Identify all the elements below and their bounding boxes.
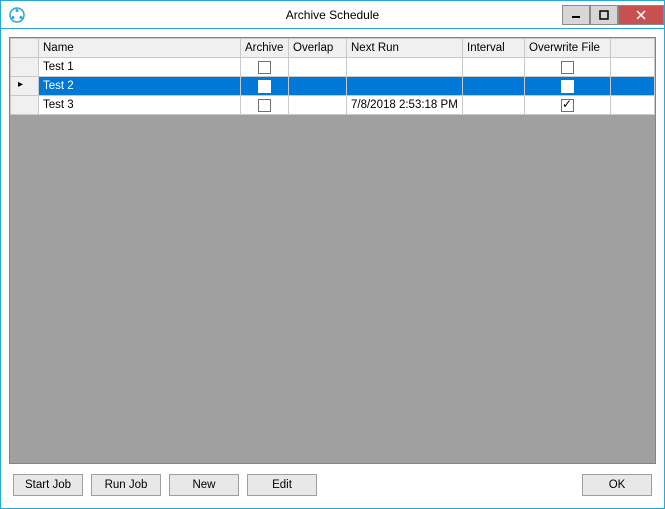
close-button[interactable]	[618, 5, 664, 25]
cell-interval[interactable]	[463, 96, 525, 115]
edit-button[interactable]: Edit	[247, 474, 317, 496]
col-header-archive[interactable]: Archive	[241, 39, 289, 58]
cell-tail	[611, 96, 655, 115]
col-header-interval[interactable]: Interval	[463, 39, 525, 58]
table-row[interactable]: Test 1	[11, 58, 655, 77]
cell-overwrite[interactable]	[525, 96, 611, 115]
row-header[interactable]	[11, 58, 39, 77]
cell-archive[interactable]	[241, 58, 289, 77]
cell-overwrite[interactable]	[525, 77, 611, 96]
col-header-overwrite[interactable]: Overwrite File	[525, 39, 611, 58]
overwrite-checkbox[interactable]	[561, 61, 574, 74]
minimize-button[interactable]	[562, 5, 590, 25]
cell-interval[interactable]	[463, 77, 525, 96]
col-header-name[interactable]: Name	[39, 39, 241, 58]
cell-overlap[interactable]	[289, 77, 347, 96]
cell-name[interactable]: Test 3	[39, 96, 241, 115]
maximize-button[interactable]	[590, 5, 618, 25]
cell-interval[interactable]	[463, 58, 525, 77]
row-header[interactable]	[11, 96, 39, 115]
content-area: Name Archive Overlap Next Run Interval O…	[1, 29, 664, 508]
overwrite-checkbox[interactable]	[561, 80, 574, 93]
run-job-button[interactable]: Run Job	[91, 474, 161, 496]
col-header-tail	[611, 39, 655, 58]
table-row[interactable]: Test 3 7/8/2018 2:53:18 PM	[11, 96, 655, 115]
archive-checkbox[interactable]	[258, 99, 271, 112]
grid-header-row: Name Archive Overlap Next Run Interval O…	[11, 39, 655, 58]
row-header-corner[interactable]	[11, 39, 39, 58]
cell-nextrun[interactable]: 7/8/2018 2:53:18 PM	[347, 96, 463, 115]
titlebar: Archive Schedule	[1, 1, 664, 29]
new-button[interactable]: New	[169, 474, 239, 496]
ok-button[interactable]: OK	[582, 474, 652, 496]
cell-overwrite[interactable]	[525, 58, 611, 77]
start-job-button[interactable]: Start Job	[13, 474, 83, 496]
archive-checkbox[interactable]	[258, 80, 271, 93]
cell-archive[interactable]	[241, 77, 289, 96]
archive-schedule-window: Archive Schedule Name Archive Ove	[0, 0, 665, 509]
overwrite-checkbox[interactable]	[561, 99, 574, 112]
cell-tail	[611, 58, 655, 77]
window-title: Archive Schedule	[286, 8, 379, 22]
window-controls	[562, 5, 664, 25]
cell-name[interactable]: Test 1	[39, 58, 241, 77]
cell-overlap[interactable]	[289, 96, 347, 115]
row-header[interactable]	[11, 77, 39, 96]
cell-tail	[611, 77, 655, 96]
cell-archive[interactable]	[241, 96, 289, 115]
schedule-grid[interactable]: Name Archive Overlap Next Run Interval O…	[9, 37, 656, 464]
col-header-nextrun[interactable]: Next Run	[347, 39, 463, 58]
cell-nextrun[interactable]	[347, 58, 463, 77]
col-header-overlap[interactable]: Overlap	[289, 39, 347, 58]
app-icon	[7, 5, 27, 25]
table-row[interactable]: Test 2	[11, 77, 655, 96]
cell-nextrun[interactable]	[347, 77, 463, 96]
button-row: Start Job Run Job New Edit OK	[9, 464, 656, 500]
cell-overlap[interactable]	[289, 58, 347, 77]
archive-checkbox[interactable]	[258, 61, 271, 74]
cell-name[interactable]: Test 2	[39, 77, 241, 96]
